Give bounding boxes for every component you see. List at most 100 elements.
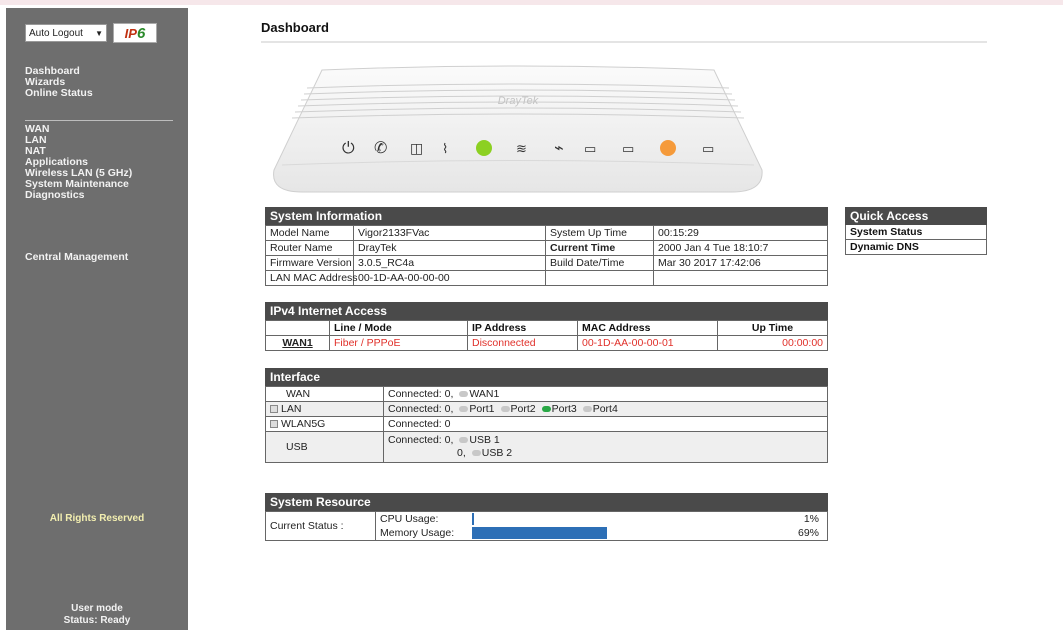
info-value: 3.0.5_RC4a — [353, 255, 546, 271]
port-status-icon — [459, 437, 469, 444]
table-row: Model Name Vigor2133FVac System Up Time … — [265, 225, 828, 241]
system-information-table: Model Name Vigor2133FVac System Up Time … — [265, 225, 828, 286]
usb-label: USB — [286, 441, 308, 453]
interface-label: WLAN5G — [265, 416, 384, 432]
info-value: 00:15:29 — [653, 225, 828, 241]
interface-status: Connected: 0 — [383, 416, 828, 432]
menu-item-online-status[interactable]: Online Status — [25, 88, 185, 99]
phone-icon: ✆ — [374, 138, 387, 157]
memory-usage-bar — [471, 527, 668, 540]
menu-item-wan[interactable]: WAN — [25, 124, 185, 135]
port-label[interactable]: Port2 — [511, 403, 536, 415]
wan1-link[interactable]: WAN1 — [265, 335, 330, 351]
top-accent-line — [0, 0, 1063, 5]
port-status-active-icon — [541, 406, 551, 413]
port-label[interactable]: USB 2 — [482, 447, 512, 459]
auto-logout-select[interactable]: Auto Logout ▼ — [25, 24, 107, 42]
wps-icon: ≋ — [516, 142, 527, 157]
menu-item-lan[interactable]: LAN — [25, 135, 185, 146]
info-label: LAN MAC Address — [265, 270, 358, 286]
port-label[interactable]: Port3 — [552, 403, 577, 415]
chevron-down-icon: ▼ — [95, 29, 103, 38]
lan3-led-icon — [660, 140, 676, 156]
ipv6-prefix: IP — [124, 26, 137, 41]
expand-icon[interactable] — [270, 420, 278, 429]
menu-item-central-management[interactable]: Central Management — [25, 251, 128, 263]
memory-usage-fill — [471, 527, 607, 540]
port-status-icon — [582, 406, 592, 413]
port-label[interactable]: WAN1 — [469, 388, 499, 400]
sidebar: Auto Logout ▼ IP6 Dashboard Wizards Online… — [6, 8, 188, 630]
info-value: 2000 Jan 4 Tue 18:10:7 — [653, 240, 828, 256]
usb-icon: ⌁ — [554, 138, 564, 157]
system-information-title: System Information — [265, 207, 828, 225]
port-status-icon — [500, 406, 510, 413]
router-brand-text: DrayTek — [498, 95, 539, 107]
lan1-icon: ▭ — [584, 142, 596, 157]
info-label: System Up Time — [545, 225, 654, 241]
column-header: IP Address — [467, 320, 578, 336]
page-title: Dashboard — [261, 20, 329, 35]
memory-usage-value: 69% — [667, 526, 828, 541]
info-value: Mar 30 2017 17:42:06 — [653, 255, 828, 271]
logout-row: Auto Logout ▼ IP6 — [25, 23, 157, 43]
memory-usage-label: Memory Usage: — [375, 526, 468, 541]
usb-line-2: 0, USB 2 — [388, 447, 823, 460]
lan-label: LAN — [281, 403, 302, 415]
port-icon: ◫ — [410, 141, 423, 157]
expand-icon[interactable] — [270, 405, 278, 414]
ip-address-value: Disconnected — [467, 335, 578, 351]
cpu-usage-bar — [471, 513, 668, 526]
table-row: Current Status : CPU Usage: 1% — [265, 511, 828, 541]
ipv4-access-panel: IPv4 Internet Access Line / Mode IP Addr… — [265, 302, 828, 351]
quick-access-title: Quick Access — [845, 207, 987, 225]
table-header-row: Line / Mode IP Address MAC Address Up Ti… — [265, 320, 828, 336]
table-row: Router Name DrayTek Current Time 2000 Ja… — [265, 240, 828, 256]
system-resource-table: Current Status : CPU Usage: 1% Memory Us… — [265, 511, 828, 541]
cpu-usage-label: CPU Usage: — [375, 511, 468, 526]
menu-item-diagnostics[interactable]: Diagnostics — [25, 190, 185, 201]
port-label[interactable]: USB 1 — [469, 434, 499, 446]
interface-status: Connected: 0, USB 1 0, USB 2 — [383, 431, 828, 463]
current-status-label: Current Status : — [265, 511, 376, 541]
system-resource-title: System Resource — [265, 493, 828, 511]
user-mode-text: User mode — [71, 603, 123, 614]
menu-group-config: WAN LAN NAT Applications Wireless LAN (5… — [25, 124, 185, 201]
info-value — [653, 270, 828, 286]
status-led-icon — [476, 140, 492, 156]
quick-link-system-status[interactable]: System Status — [845, 225, 987, 240]
port-label[interactable]: Port1 — [469, 403, 494, 415]
interface-status: Connected: 0, WAN1 — [383, 386, 828, 402]
port-status-icon — [471, 450, 481, 457]
wan-label: WAN — [286, 388, 311, 400]
info-label: Build Date/Time — [545, 255, 654, 271]
port-label[interactable]: Port4 — [593, 403, 618, 415]
ipv6-suffix: 6 — [136, 25, 146, 42]
system-resource-panel: System Resource Current Status : CPU Usa… — [265, 493, 828, 541]
cpu-usage-bar-cell — [467, 511, 668, 526]
table-row: LAN MAC Address 00-1D-AA-00-00-00 — [265, 270, 828, 286]
usb-line-1: Connected: 0, USB 1 — [388, 434, 823, 447]
table-row: WAN1 Fiber / PPPoE Disconnected 00-1D-AA… — [265, 335, 828, 351]
line-mode-value: Fiber / PPPoE — [329, 335, 468, 351]
mac-address-value: 00-1D-AA-00-00-01 — [577, 335, 718, 351]
interface-row-lan: LAN Connected: 0, Port1 Port2 Port3 Port4 — [265, 401, 828, 417]
info-value: 00-1D-AA-00-00-00 — [353, 270, 546, 286]
interface-label: WAN — [265, 386, 384, 402]
interface-title: Interface — [265, 368, 828, 386]
interface-table: WAN Connected: 0, WAN1 LAN Connected: 0, P… — [265, 386, 828, 463]
wlan-connected-text: Connected: 0 — [388, 418, 451, 430]
router-image: DrayTek ⏻ ✆ ◫ ⌇ ≋ ⌁ ▭ ▭ ▭ — [273, 65, 763, 193]
status-text: Status: Ready — [63, 615, 131, 626]
interface-status: Connected: 0, Port1 Port2 Port3 Port4 — [383, 401, 828, 417]
info-label: Router Name — [265, 240, 354, 256]
quick-access-panel: Quick Access System Status Dynamic DNS — [845, 207, 987, 255]
lan4-icon: ▭ — [702, 142, 714, 157]
interface-panel: Interface WAN Connected: 0, WAN1 LAN Conn… — [265, 368, 828, 463]
power-icon: ⏻ — [342, 138, 355, 157]
ipv6-button[interactable]: IP6 — [113, 23, 157, 43]
quick-link-dynamic-dns[interactable]: Dynamic DNS — [845, 240, 987, 255]
cpu-usage-fill — [471, 513, 474, 526]
menu-group-main: Dashboard Wizards Online Status — [25, 66, 185, 99]
menu-divider — [25, 120, 173, 121]
